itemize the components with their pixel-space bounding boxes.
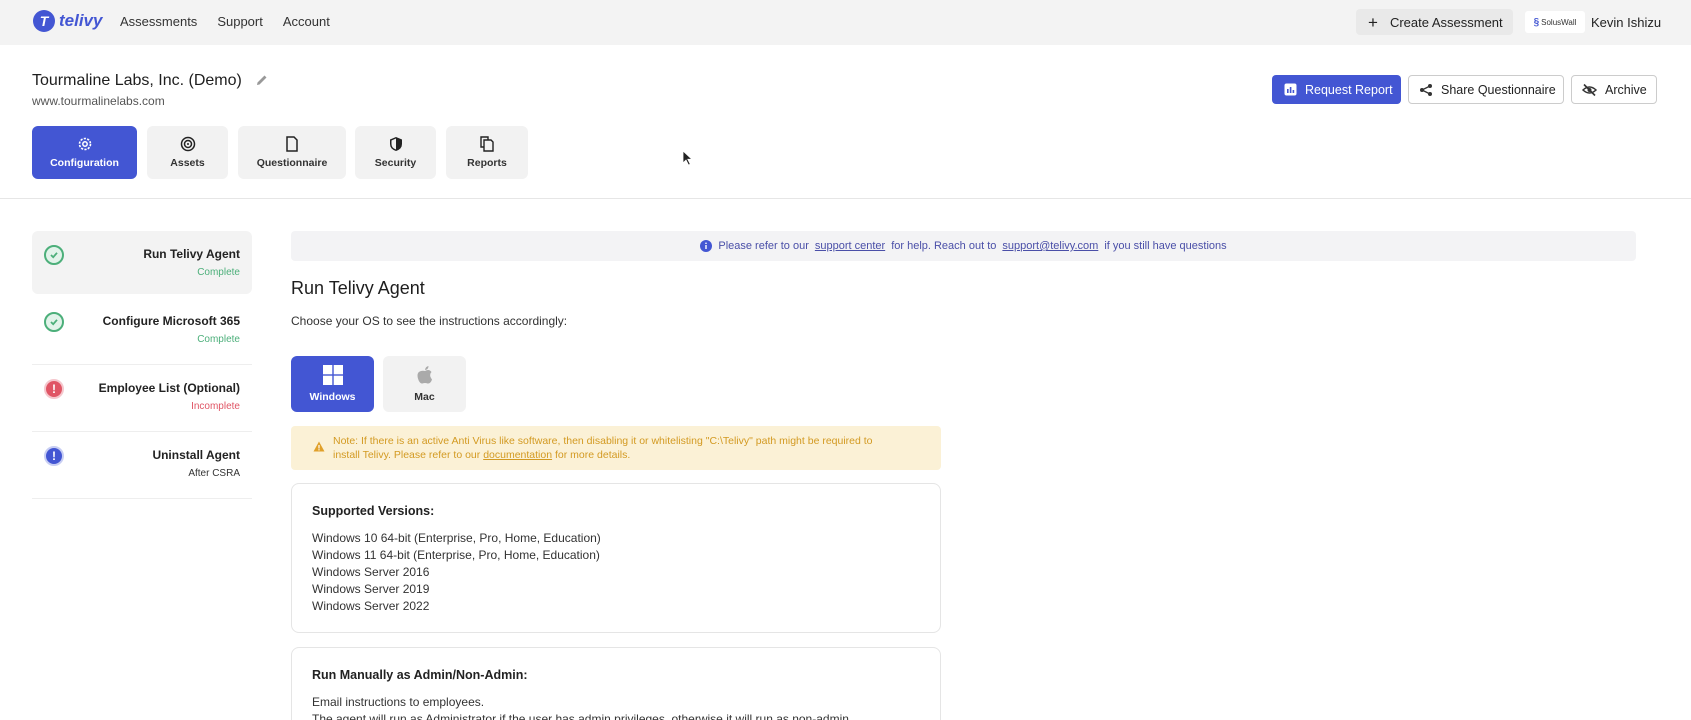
company-website: www.tourmalinelabs.com bbox=[32, 94, 165, 108]
create-assessment-button[interactable]: + Create Assessment bbox=[1356, 9, 1513, 35]
step-run-telivy-agent[interactable]: Run Telivy Agent Complete bbox=[32, 231, 252, 294]
step-title: Run Telivy Agent bbox=[143, 247, 240, 261]
plus-icon: + bbox=[1368, 12, 1378, 32]
version-item: Windows Server 2016 bbox=[312, 565, 430, 579]
support-center-link[interactable]: support center bbox=[815, 240, 885, 252]
check-circle-icon bbox=[44, 312, 64, 332]
step-status: Complete bbox=[197, 267, 240, 278]
os-mac-button[interactable]: Mac bbox=[383, 356, 466, 412]
info-icon bbox=[700, 240, 713, 252]
version-item: Windows 11 64-bit (Enterprise, Pro, Home… bbox=[312, 548, 600, 562]
tab-questionnaire[interactable]: Questionnaire bbox=[238, 126, 346, 179]
tab-configuration[interactable]: Configuration bbox=[32, 126, 137, 179]
tab-assets[interactable]: Assets bbox=[147, 126, 228, 179]
step-uninstall-agent[interactable]: ! Uninstall Agent After CSRA bbox=[32, 432, 252, 499]
step-status: Incomplete bbox=[191, 401, 240, 412]
header-divider bbox=[0, 198, 1691, 199]
step-title: Employee List (Optional) bbox=[98, 381, 240, 395]
mouse-cursor-icon bbox=[682, 150, 694, 166]
target-icon bbox=[180, 136, 195, 152]
support-email-link[interactable]: support@telivy.com bbox=[1002, 240, 1098, 252]
help-info-bar: Please refer to our support center for h… bbox=[291, 231, 1636, 261]
share-questionnaire-label: Share Questionnaire bbox=[1441, 82, 1556, 97]
check-circle-icon bbox=[44, 245, 64, 265]
request-report-label: Request Report bbox=[1305, 82, 1393, 97]
manual-line: The agent will run as Administrator if t… bbox=[312, 712, 853, 720]
user-name[interactable]: Kevin Ishizu bbox=[1591, 15, 1661, 30]
telivy-logo[interactable]: T telivy bbox=[33, 10, 102, 32]
nav-assessments[interactable]: Assessments bbox=[120, 14, 197, 29]
documentation-link[interactable]: documentation bbox=[483, 449, 552, 461]
company-name: Tourmaline Labs, Inc. (Demo) bbox=[32, 72, 242, 89]
create-assessment-label: Create Assessment bbox=[1389, 14, 1503, 30]
os-windows-label: Windows bbox=[309, 391, 356, 403]
tab-reports-label: Reports bbox=[467, 157, 507, 169]
tab-security-label: Security bbox=[374, 157, 417, 169]
report-chart-icon bbox=[1284, 83, 1297, 96]
copy-document-icon bbox=[480, 136, 494, 152]
org-logo-icon: § bbox=[1533, 16, 1540, 28]
share-icon bbox=[1420, 83, 1432, 96]
tab-security[interactable]: Security bbox=[355, 126, 436, 179]
edit-pencil-icon[interactable] bbox=[254, 72, 270, 88]
page-subtitle: Choose your OS to see the instructions a… bbox=[291, 314, 568, 328]
run-manually-card: Run Manually as Admin/Non-Admin: Email i… bbox=[291, 647, 941, 720]
shield-icon bbox=[389, 137, 402, 151]
logo-mark-icon: T bbox=[33, 10, 55, 32]
version-item: Windows Server 2019 bbox=[312, 582, 430, 596]
info-suffix: if you still have questions bbox=[1104, 240, 1227, 252]
step-title: Configure Microsoft 365 bbox=[102, 314, 240, 328]
apple-icon bbox=[417, 366, 432, 384]
step-configure-microsoft-365[interactable]: Configure Microsoft 365 Complete bbox=[32, 298, 252, 365]
warning-icon bbox=[313, 441, 325, 452]
info-middle: for help. Reach out to bbox=[891, 240, 997, 252]
request-report-button[interactable]: Request Report bbox=[1272, 75, 1401, 104]
tab-configuration-label: Configuration bbox=[50, 157, 119, 169]
archive-label: Archive bbox=[1605, 82, 1647, 97]
org-logo-text: SolusWall bbox=[1541, 17, 1577, 27]
manual-line: Email instructions to employees. bbox=[312, 695, 485, 709]
info-prefix: Please refer to our bbox=[718, 240, 809, 252]
step-status: Complete bbox=[197, 334, 240, 345]
note-text-2: install Telivy. Please refer to our bbox=[333, 449, 481, 461]
gear-icon bbox=[78, 137, 91, 151]
tab-reports[interactable]: Reports bbox=[446, 126, 528, 179]
os-windows-button[interactable]: Windows bbox=[291, 356, 374, 412]
step-title: Uninstall Agent bbox=[152, 448, 240, 462]
main-nav: Assessments Support Account bbox=[120, 14, 330, 29]
note-line-2: install Telivy. Please refer to our docu… bbox=[333, 448, 929, 462]
archive-button[interactable]: Archive bbox=[1571, 75, 1657, 104]
version-item: Windows 10 64-bit (Enterprise, Pro, Home… bbox=[312, 531, 601, 545]
top-navbar: T telivy Assessments Support Account + C… bbox=[0, 0, 1691, 45]
run-manually-title: Run Manually as Admin/Non-Admin: bbox=[312, 668, 528, 682]
logo-text: telivy bbox=[59, 11, 103, 30]
organization-logo: § SolusWall bbox=[1525, 11, 1585, 33]
step-employee-list[interactable]: ! Employee List (Optional) Incomplete bbox=[32, 365, 252, 432]
note-line-1: Note: If there is an active Anti Virus l… bbox=[333, 435, 873, 447]
tab-assets-label: Assets bbox=[170, 157, 205, 169]
supported-versions-title: Supported Versions: bbox=[312, 504, 435, 518]
page-title: Run Telivy Agent bbox=[291, 278, 425, 298]
os-mac-label: Mac bbox=[414, 391, 435, 403]
nav-support[interactable]: Support bbox=[217, 14, 263, 29]
step-status: After CSRA bbox=[188, 468, 240, 479]
note-text-3: for more details. bbox=[555, 449, 631, 461]
share-questionnaire-button[interactable]: Share Questionnaire bbox=[1408, 75, 1564, 104]
error-circle-icon: ! bbox=[44, 379, 64, 399]
windows-icon bbox=[322, 365, 343, 385]
setup-steps-list: Run Telivy Agent Complete Configure Micr… bbox=[32, 231, 252, 499]
document-icon bbox=[286, 136, 298, 152]
tab-questionnaire-label: Questionnaire bbox=[256, 157, 328, 169]
eye-off-icon bbox=[1582, 83, 1597, 96]
antivirus-note: Note: If there is an active Anti Virus l… bbox=[291, 426, 941, 470]
info-circle-icon: ! bbox=[44, 446, 64, 466]
supported-versions-card: Supported Versions: Windows 10 64-bit (E… bbox=[291, 483, 941, 633]
version-item: Windows Server 2022 bbox=[312, 599, 430, 613]
nav-account[interactable]: Account bbox=[283, 14, 330, 29]
